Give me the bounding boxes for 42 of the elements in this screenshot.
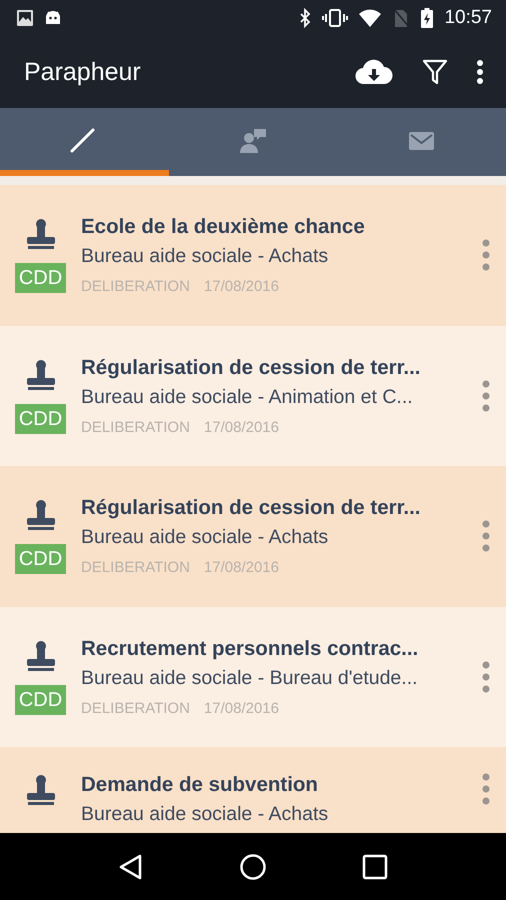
document-row[interactable]: CDD Recrutement personnels contrac... Bureau aide sociale - Bureau d'etude... DELIBERATION 17/08/2016 [0,606,506,747]
type-badge: CDD [14,263,66,294]
app-title: Parapheur [24,58,141,86]
document-type: DELIBERATION [81,278,190,296]
home-icon[interactable] [238,852,267,880]
document-title: Régularisation de cession de terr... [81,496,422,520]
document-type: DELIBERATION [81,418,190,436]
vibrate-icon [322,8,348,28]
document-title: Régularisation de cession de terr... [81,356,422,380]
filter-icon[interactable] [422,58,448,86]
type-badge: CDD [14,544,66,574]
person-speech-icon [238,126,268,156]
more-options-icon[interactable] [476,59,484,85]
type-badge: CDD [14,684,66,715]
document-row[interactable]: CDD Ecole de la deuxième chance Bureau aide sociale - Achats DELIBERATION 17/08/2016 [0,185,506,326]
document-date: 17/08/2016 [204,418,279,436]
document-subtitle: Bureau aide sociale - Bureau d'etude... [81,666,419,690]
android-icon [44,9,62,27]
battery-charging-icon [420,7,434,29]
document-subtitle: Bureau aide sociale - Animation et C... [81,386,414,409]
recents-icon[interactable] [362,854,388,880]
document-title: Ecole de la deuxième chance [81,215,366,240]
document-date: 17/08/2016 [204,278,279,296]
bluetooth-icon [298,8,312,28]
document-title: Demande de subvention [81,773,319,797]
document-subtitle: Bureau aide sociale - Achats [81,245,330,268]
document-title: Recrutement personnels contrac... [81,636,420,661]
document-date: 17/08/2016 [204,559,279,576]
image-icon [16,9,34,27]
type-badge: CDD [14,404,66,434]
cloud-download-icon[interactable] [354,58,394,86]
document-subtitle: Bureau aide sociale - Achats [81,526,330,550]
document-subtitle: Bureau aide sociale - Achats [81,803,330,826]
document-row[interactable]: CDD Régularisation de cession de terr... Bureau aide sociale - Animation et C... DELIBERATION 17/08/2016 [0,326,506,466]
document-date: 17/08/2016 [204,700,279,717]
document-row[interactable]: CDD Régularisation de cession de terr... Bureau aide sociale - Achats DELIBERATION 17/08/2016 [0,466,506,606]
document-type: DELIBERATION [81,559,190,576]
back-icon[interactable] [118,852,144,880]
wifi-icon [358,8,382,28]
document-type: DELIBERATION [81,700,190,717]
clock-time: 10:57 [444,7,492,29]
document-row[interactable]: Demande de subvention Bureau aide sociale - Achats [0,747,506,833]
